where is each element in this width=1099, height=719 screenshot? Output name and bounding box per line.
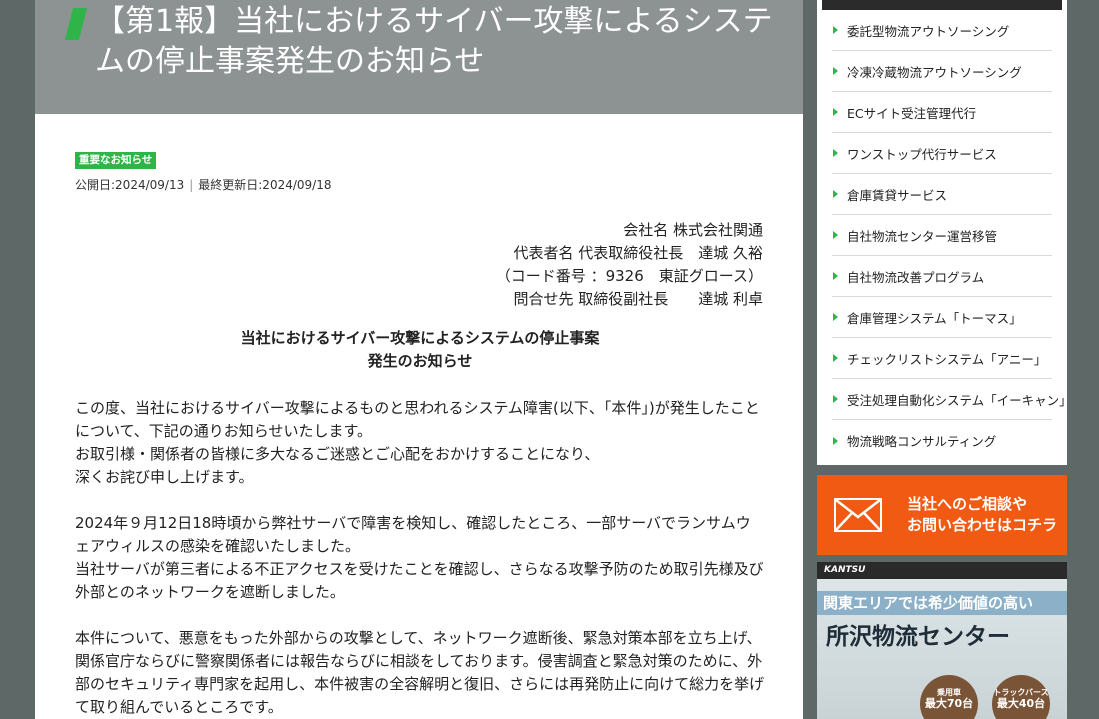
arrow-right-icon	[833, 436, 838, 445]
article-panel: 【第1報】当社におけるサイバー攻撃によるシステムの停止事案発生のお知らせ 重要な…	[35, 0, 803, 719]
updated-date: 最終更新日:2024/09/18	[198, 178, 332, 192]
company-name: 会社名 株式会社関通	[623, 221, 763, 239]
contact-line: 当社へのご相談や	[907, 495, 1028, 513]
sidebar-item-improvement-program[interactable]: 自社物流改善プログラム	[832, 256, 1052, 297]
arrow-right-icon	[833, 149, 838, 157]
sidebar-item-annie-checklist[interactable]: チェックリストシステム「アニー」	[832, 338, 1052, 379]
ad-tagline: 関東エリアでは希少価値の高い	[817, 591, 1067, 615]
sidebar-item-label: ワンストップ代行サービス	[847, 146, 997, 162]
contact-line: お問い合わせはコチラ	[907, 516, 1058, 534]
sidebar-item-label: 受注処理自動化システム「イーキャン」	[847, 392, 1072, 408]
notice-title-line: 発生のお知らせ	[367, 352, 473, 370]
paragraph-line: 深くお詫び申し上げます。	[75, 468, 254, 486]
sidebar-item-ec-order-management[interactable]: ECサイト受注管理代行	[832, 92, 1052, 133]
article-content: 重要なお知らせ 公開日:2024/09/13 | 最終更新日:2024/09/18 …	[75, 148, 765, 719]
notice-title: 当社におけるサイバー攻撃によるシステムの停止事案 発生のお知らせ	[75, 327, 765, 373]
stock-code: （コード番号 ：9326 東証グロース）	[495, 267, 763, 285]
sidebar-service-menu: 委託型物流アウトソーシング 冷凍冷蔵物流アウトソーシング ECサイト受注管理代行…	[817, 0, 1072, 465]
sidebar-item-label: 倉庫賃貸サービス	[847, 187, 948, 203]
arrow-right-icon	[833, 272, 838, 280]
arrow-right-icon	[833, 231, 838, 239]
paragraph-line: 当社サーバが第三者による不正アクセスを受けたことを確認し、さらなる攻撃予防のため…	[75, 560, 764, 601]
sidebar-item-cold-chain[interactable]: 冷凍冷蔵物流アウトソーシング	[832, 51, 1052, 92]
sidebar-item-label: 委託型物流アウトソーシング	[847, 23, 1010, 39]
ad-headline: 所沢物流センター	[826, 623, 1010, 650]
ad-truck-berth-badge: トラックバース 最大40台	[992, 675, 1050, 719]
important-notice-badge[interactable]: 重要なお知らせ	[75, 152, 157, 169]
sidebar-item-label: 倉庫管理システム「トーマス」	[847, 310, 1022, 326]
sidebar-menu-header	[822, 0, 1062, 10]
ad-badge-main: 最大70台	[924, 697, 974, 710]
sidebar-item-one-stop-service[interactable]: ワンストップ代行サービス	[832, 133, 1052, 174]
arrow-right-icon	[833, 313, 838, 321]
title-band: 【第1報】当社におけるサイバー攻撃によるシステムの停止事案発生のお知らせ	[35, 0, 803, 114]
page-title: 【第1報】当社におけるサイバー攻撃によるシステムの停止事案発生のお知らせ	[95, 4, 773, 79]
ad-badge-main: 最大40台	[996, 697, 1046, 710]
company-info: 会社名 株式会社関通 代表者名 代表取締役社長 達城 久裕 （コード番号 ：93…	[75, 219, 765, 311]
ad-parking-badge: 乗用車 最大70台	[920, 675, 978, 719]
sidebar-item-consignment-logistics[interactable]: 委託型物流アウトソーシング	[832, 10, 1052, 51]
paragraph-intro: この度、当社におけるサイバー攻撃によるものと思われるシステム障害(以下、「本件」…	[75, 397, 765, 489]
sidebar-item-label: 自社物流センター運営移管	[847, 228, 998, 244]
arrow-right-icon	[833, 108, 838, 116]
date-separator: |	[189, 178, 194, 192]
logistics-center-ad-banner[interactable]: KANTSU 関東エリアでは希少価値の高い 所沢物流センター 乗用車 最大70台…	[817, 562, 1067, 719]
notice-title-line: 当社におけるサイバー攻撃によるシステムの停止事案	[240, 329, 600, 347]
article-dates: 公開日:2024/09/13 | 最終更新日:2024/09/18	[75, 177, 765, 193]
contact-person: 問合せ先 取締役副社長 達城 利卓	[513, 290, 763, 308]
representative: 代表者名 代表取締役社長 達城 久裕	[513, 244, 763, 262]
paragraph-response: 本件について、悪意をもった外部からの攻撃として、ネットワーク遮断後、緊急対策本部…	[75, 627, 765, 719]
paragraph-line: 2024年９月12日18時頃から弊社サーバで障害を検知し、確認したところ、一部サ…	[75, 514, 751, 555]
sidebar-item-center-transfer[interactable]: 自社物流センター運営移管	[832, 215, 1052, 256]
contact-banner[interactable]: 当社へのご相談や お問い合わせはコチラ	[817, 475, 1067, 555]
ad-logo: KANTSU	[817, 562, 1067, 579]
paragraph-line: この度、当社におけるサイバー攻撃によるものと思われるシステム障害(以下、「本件」…	[75, 399, 760, 440]
paragraph-line: 本件について、悪意をもった外部からの攻撃として、ネットワーク遮断後、緊急対策本部…	[75, 629, 765, 716]
sidebar-item-label: ECサイト受注管理代行	[847, 105, 977, 121]
contact-text: 当社へのご相談や お問い合わせはコチラ	[907, 494, 1057, 536]
sidebar-item-label: 冷凍冷蔵物流アウトソーシング	[847, 64, 1022, 80]
paragraph-line: お取引様・関係者の皆様に多大なるご迷惑とご心配をおかけすることになり、	[75, 445, 600, 463]
sidebar-item-strategy-consulting[interactable]: 物流戦略コンサルティング	[832, 420, 1052, 461]
arrow-right-icon	[833, 26, 838, 34]
title-accent-mark	[65, 8, 87, 40]
sidebar-item-label: チェックリストシステム「アニー」	[847, 351, 1047, 367]
sidebar-item-thomas-wms[interactable]: 倉庫管理システム「トーマス」	[832, 297, 1052, 338]
arrow-right-icon	[833, 354, 838, 362]
sidebar-item-ecan-automation[interactable]: 受注処理自動化システム「イーキャン」	[832, 379, 1072, 420]
published-date: 公開日:2024/09/13	[75, 178, 185, 192]
arrow-right-icon	[833, 67, 838, 75]
mail-icon	[834, 498, 882, 532]
arrow-right-icon	[833, 395, 838, 403]
sidebar-item-warehouse-rental[interactable]: 倉庫賃貸サービス	[832, 174, 1052, 215]
sidebar-item-label: 自社物流改善プログラム	[847, 269, 985, 285]
arrow-right-icon	[833, 190, 838, 198]
paragraph-incident: 2024年９月12日18時頃から弊社サーバで障害を検知し、確認したところ、一部サ…	[75, 512, 765, 604]
service-menu-list: 委託型物流アウトソーシング 冷凍冷蔵物流アウトソーシング ECサイト受注管理代行…	[832, 10, 1072, 461]
sidebar-item-label: 物流戦略コンサルティング	[847, 434, 997, 449]
